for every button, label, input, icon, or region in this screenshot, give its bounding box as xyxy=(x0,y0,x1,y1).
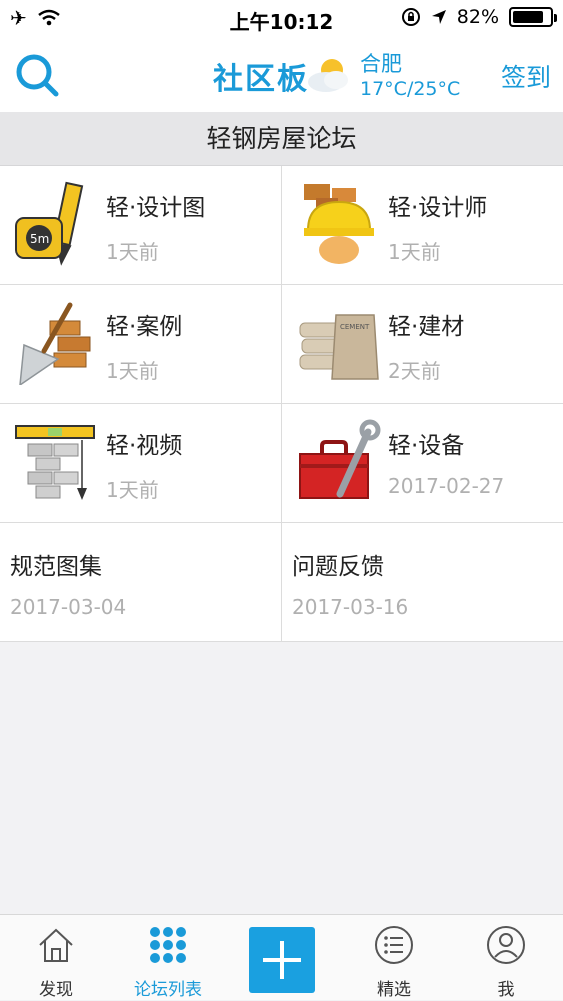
forum-item-title: 轻·视频 xyxy=(106,433,183,459)
bottom-tabbar: 发现 论坛列表 精选 我 xyxy=(0,914,563,1000)
tab-discover[interactable]: 发现 xyxy=(0,915,112,1001)
forum-item-video[interactable]: 轻·视频 1天前 xyxy=(0,404,281,522)
toolbox-wrench-icon xyxy=(299,419,381,499)
forum-item-time: 2017-03-16 xyxy=(292,595,409,619)
forum-item-time: 2017-02-27 xyxy=(388,474,505,498)
bricks-trowel-icon xyxy=(19,302,91,385)
tab-me[interactable]: 我 xyxy=(450,915,562,1001)
tab-label: 论坛列表 xyxy=(134,980,202,1000)
forum-item-time: 1天前 xyxy=(106,240,159,264)
forum-item-time: 1天前 xyxy=(106,478,159,502)
battery-icon xyxy=(509,7,557,27)
cement-bags-icon: CEMENT xyxy=(299,314,379,380)
forum-item-time: 2天前 xyxy=(388,359,441,383)
forum-item-time: 2017-03-04 xyxy=(10,595,127,619)
forum-item-title: 轻·建材 xyxy=(388,314,465,340)
svg-text:5m: 5m xyxy=(30,232,49,246)
location-arrow-icon xyxy=(431,10,446,24)
wall-level-icon xyxy=(15,425,95,500)
battery-fill xyxy=(513,11,543,23)
forum-item-title: 轻·设计图 xyxy=(106,195,206,221)
forum-grid: 5m 轻·设计图 1天前 轻·设计师 1天前 轻·案例 1天前 CEMENT 轻… xyxy=(0,166,563,642)
forum-row: 轻·视频 1天前 轻·设备 2017-02-27 xyxy=(0,404,563,523)
battery-percent: 82% xyxy=(456,6,499,28)
forum-item-title: 轻·案例 xyxy=(106,314,183,340)
forum-row: 轻·案例 1天前 CEMENT 轻·建材 2天前 xyxy=(0,285,563,404)
forum-item-standards[interactable]: 规范图集 2017-03-04 xyxy=(0,523,281,641)
forum-row: 规范图集 2017-03-04 问题反馈 2017-03-16 xyxy=(0,523,563,642)
forum-item-title: 问题反馈 xyxy=(292,554,384,580)
forum-item-title: 轻·设备 xyxy=(388,433,465,459)
user-circle-icon xyxy=(487,926,525,964)
forum-item-title: 规范图集 xyxy=(10,554,102,580)
forum-section-header: 轻钢房屋论坛 xyxy=(0,112,563,166)
forum-item-cases[interactable]: 轻·案例 1天前 xyxy=(0,285,281,403)
tab-featured[interactable]: 精选 xyxy=(338,915,450,1001)
search-icon[interactable] xyxy=(14,52,60,98)
weather-city: 合肥 xyxy=(360,52,402,76)
forum-row: 5m 轻·设计图 1天前 轻·设计师 1天前 xyxy=(0,166,563,285)
tab-label: 发现 xyxy=(39,980,73,1000)
orientation-lock-icon xyxy=(401,8,420,26)
forum-item-time: 1天前 xyxy=(388,240,441,264)
tab-label: 精选 xyxy=(377,980,411,1000)
designer-helmet-icon xyxy=(304,184,374,264)
plus-icon xyxy=(263,941,301,979)
status-bar: ✈ 上午10:12 82% xyxy=(0,0,563,36)
weather-temp: 17°C/25°C xyxy=(360,78,461,100)
tab-label: 我 xyxy=(497,980,515,1000)
page-title: 社区板 xyxy=(213,62,309,97)
svg-text:CEMENT: CEMENT xyxy=(340,323,370,331)
design-drawing-icon: 5m xyxy=(15,181,84,266)
partly-cloudy-icon xyxy=(308,59,348,92)
forum-item-time: 1天前 xyxy=(106,359,159,383)
forum-item-feedback[interactable]: 问题反馈 2017-03-16 xyxy=(281,523,563,641)
post-button[interactable] xyxy=(249,927,315,993)
grid-dots-icon xyxy=(150,927,186,963)
signin-button[interactable]: 签到 xyxy=(501,58,551,94)
top-navbar: 社区板 合肥 17°C/25°C 签到 xyxy=(0,36,563,112)
forum-item-design-drawing[interactable]: 5m 轻·设计图 1天前 xyxy=(0,166,281,284)
status-right: 82% xyxy=(401,6,557,28)
forum-item-title: 轻·设计师 xyxy=(388,195,488,221)
tab-forum-list[interactable]: 论坛列表 xyxy=(112,915,224,1001)
home-icon xyxy=(39,928,73,962)
forum-item-materials[interactable]: CEMENT 轻·建材 2天前 xyxy=(281,285,563,403)
forum-item-designer[interactable]: 轻·设计师 1天前 xyxy=(281,166,563,284)
forum-item-equipment[interactable]: 轻·设备 2017-02-27 xyxy=(281,404,563,522)
list-circle-icon xyxy=(375,926,413,964)
